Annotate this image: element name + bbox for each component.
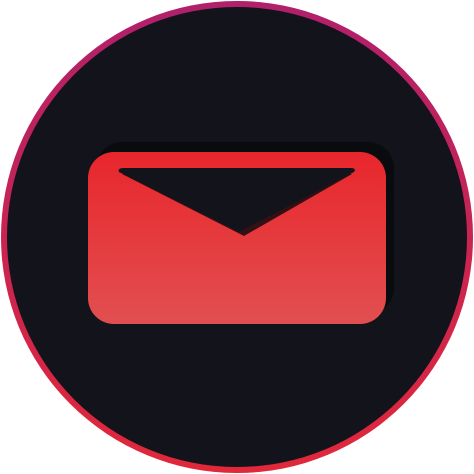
icon-canvas xyxy=(0,0,474,474)
mail-app-icon[interactable] xyxy=(0,0,474,474)
